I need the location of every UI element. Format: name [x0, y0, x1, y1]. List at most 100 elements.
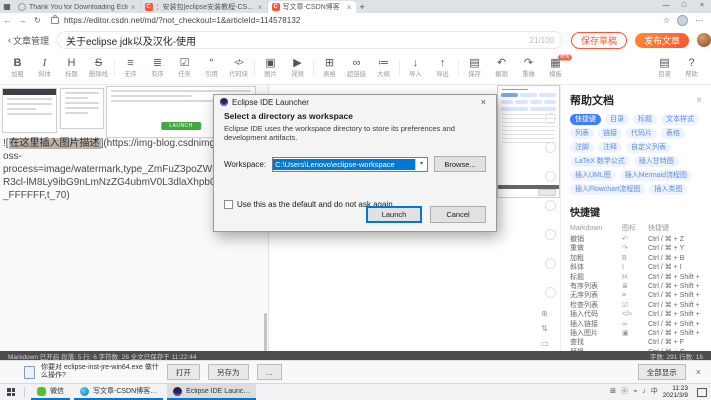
avatar[interactable]	[697, 33, 711, 47]
profile-icon[interactable]	[677, 15, 688, 26]
help-tag-mermaid[interactable]: 插入Mermaid流程图	[620, 170, 692, 181]
download-show-all-button[interactable]: 全部显示	[638, 364, 686, 380]
download-more-button[interactable]: …	[257, 364, 283, 380]
browser-tab-3-active[interactable]: C 写文章-CSDN博客 ×	[268, 1, 356, 13]
dialog-close-icon[interactable]: ×	[477, 97, 490, 107]
toolbar-table-button[interactable]: ⊞表格	[316, 57, 343, 79]
tab-close-icon[interactable]: ×	[347, 3, 352, 12]
toolbar-toc-button[interactable]: ▤目录	[651, 57, 678, 79]
download-bar-close-icon[interactable]: ×	[696, 367, 701, 377]
help-tag-latex[interactable]: LaTeX 数学公式	[570, 156, 630, 167]
dialog-title-bar[interactable]: Eclipse IDE Launcher ×	[214, 95, 496, 109]
toolbar-outline-button[interactable]: ≔大纲	[370, 57, 397, 79]
help-close-icon[interactable]: ×	[696, 95, 702, 106]
browser-tab-2[interactable]: C ：安装包|eclipse安装教程-CSDN ×	[141, 1, 268, 13]
editor-scrollbar[interactable]	[264, 313, 267, 351]
input-method-icon[interactable]: 中	[651, 388, 658, 396]
article-title-input[interactable]: 关于eclipse jdk以及汉化-使用 21/100	[57, 31, 563, 49]
help-tag-heading[interactable]: 标题	[633, 114, 657, 125]
toolbar-import-button[interactable]: ↓导入	[402, 57, 429, 79]
download-save-as-button[interactable]: 另存为	[208, 364, 249, 380]
tab-close-icon[interactable]: ×	[131, 3, 136, 12]
preview-mode-icon[interactable]: ▭	[541, 339, 549, 348]
toolbar-ordered-list-button[interactable]: ≣有序	[144, 57, 171, 79]
toolbar-heading-button[interactable]: H标题	[58, 57, 85, 79]
publish-button[interactable]: 发布文章	[635, 33, 689, 48]
markdown-toolbar: B加粗 I斜体 H标题 S删除线 ≡无序 ≣有序 ☑任务 “引用 </>代码块 …	[0, 52, 711, 85]
browse-button[interactable]: Browse...	[434, 156, 486, 172]
window-close-button[interactable]: ×	[693, 0, 711, 12]
system-tray: ⊞ ⓔ ⌁ ♪ 中 11:23 2021/3/9	[610, 384, 711, 400]
toolbar-task-list-button[interactable]: ☑任务	[171, 57, 198, 79]
help-tag-flowchart[interactable]: 插入Flowchart流程图	[570, 184, 645, 195]
address-bar[interactable]: https://editor.csdn.net/md/?not_checkout…	[64, 16, 663, 25]
browser-tab-1[interactable]: Thank You for Downloading Ecli ×	[14, 1, 141, 13]
help-tag-toc[interactable]: 目录	[605, 114, 629, 125]
help-tag-text-style[interactable]: 文本样式	[661, 114, 699, 125]
favorite-star-icon[interactable]: ☆	[663, 16, 670, 25]
tray-app-icon[interactable]: ⓔ	[621, 388, 628, 396]
taskbar-app-wechat[interactable]: 微信	[31, 384, 70, 400]
toolbar-quote-button[interactable]: “引用	[198, 57, 225, 79]
action-center-icon[interactable]	[697, 388, 707, 397]
help-tag-uml[interactable]: 插入UML图	[570, 170, 616, 181]
toolbar-unordered-list-button[interactable]: ≡无序	[117, 57, 144, 79]
download-open-button[interactable]: 打开	[167, 364, 200, 380]
back-to-articles-link[interactable]: ‹ 文章管理	[0, 34, 57, 47]
reload-icon[interactable]: ↻	[30, 16, 45, 25]
new-tab-button[interactable]: +	[360, 1, 365, 13]
network-icon[interactable]: ⌁	[633, 388, 637, 396]
back-icon[interactable]: ←	[0, 16, 15, 25]
image-icon: ▣	[257, 57, 284, 69]
help-tag-comment[interactable]: 注释	[598, 142, 622, 153]
windows-logo-icon	[7, 388, 15, 396]
help-tag-gantt[interactable]: 插入甘特图	[634, 156, 679, 167]
window-minimize-button[interactable]: —	[657, 0, 675, 12]
toolbar-help-button[interactable]: ?帮助	[678, 57, 705, 79]
help-tag-table[interactable]: 表格	[661, 128, 685, 139]
taskbar-clock[interactable]: 11:23 2021/3/9	[663, 385, 688, 399]
help-tag-link[interactable]: 链接	[598, 128, 622, 139]
start-button[interactable]	[0, 384, 22, 400]
browser-menu-icon[interactable]: ⋯	[695, 16, 703, 25]
toolbar-code-block-button[interactable]: </>代码块	[225, 57, 252, 79]
taskbar-app-eclipse[interactable]: Eclipse IDE Launc…	[167, 384, 256, 400]
help-tag-list[interactable]: 列表	[570, 128, 594, 139]
chevron-down-icon[interactable]: ▾	[415, 159, 427, 170]
toolbar-separator	[399, 60, 400, 76]
toolbar-undo-button[interactable]: ↶撤销	[488, 57, 515, 79]
browser-toolbar: ← → ↻ https://editor.csdn.net/md/?not_ch…	[0, 13, 711, 29]
save-draft-button[interactable]: 保存草稿	[571, 32, 627, 49]
forward-icon[interactable]: →	[15, 16, 30, 25]
default-workspace-checkbox[interactable]	[224, 200, 233, 209]
taskbar-app-edge[interactable]: 写文章-CSDN博客…	[74, 384, 163, 400]
help-tag-code[interactable]: 代码片	[626, 128, 657, 139]
tab-actions-icon[interactable]: ▦	[0, 1, 14, 13]
help-tag-shortcuts[interactable]: 快捷键	[570, 114, 601, 125]
eclipse-logo-icon	[220, 98, 228, 106]
toolbar-template-button[interactable]: 限免▦模板	[542, 57, 569, 79]
toolbar-link-button[interactable]: ∞超链接	[343, 57, 370, 79]
cancel-button[interactable]: Cancel	[430, 206, 486, 223]
toolbar-italic-button[interactable]: I斜体	[31, 57, 58, 79]
toolbar-redo-button[interactable]: ↷重做	[515, 57, 542, 79]
workspace-combo[interactable]: C:\Users\Lenovo\eclipse-workspace ▾	[272, 157, 428, 172]
toolbar-bold-button[interactable]: B加粗	[4, 57, 31, 79]
toolbar-video-button[interactable]: ▶视频	[284, 57, 311, 79]
help-tag-footnote[interactable]: 注脚	[570, 142, 594, 153]
window-maximize-button[interactable]: □	[675, 0, 693, 12]
volume-icon[interactable]: ♪	[642, 388, 646, 396]
help-tag-class-diagram[interactable]: 插入类图	[649, 184, 687, 195]
toolbar-save-button[interactable]: ▤保存	[461, 57, 488, 79]
help-tag-custom-list[interactable]: 自定义列表	[626, 142, 671, 153]
toolbar-image-button[interactable]: ▣图片	[257, 57, 284, 79]
tab-close-icon[interactable]: ×	[258, 3, 263, 12]
toolbar-strikethrough-button[interactable]: S删除线	[85, 57, 112, 79]
toolbar-export-button[interactable]: ↑导出	[429, 57, 456, 79]
editor-header: ‹ 文章管理 关于eclipse jdk以及汉化-使用 21/100 保存草稿 …	[0, 28, 711, 53]
hidden-icons-icon[interactable]: ⊞	[610, 388, 616, 396]
scroll-sync-target-icon[interactable]: ⊕	[541, 309, 549, 318]
side-quick-buttons[interactable]	[545, 113, 556, 298]
sync-scroll-icon[interactable]: ⇅	[541, 324, 549, 333]
launch-button[interactable]: Launch	[366, 206, 422, 223]
